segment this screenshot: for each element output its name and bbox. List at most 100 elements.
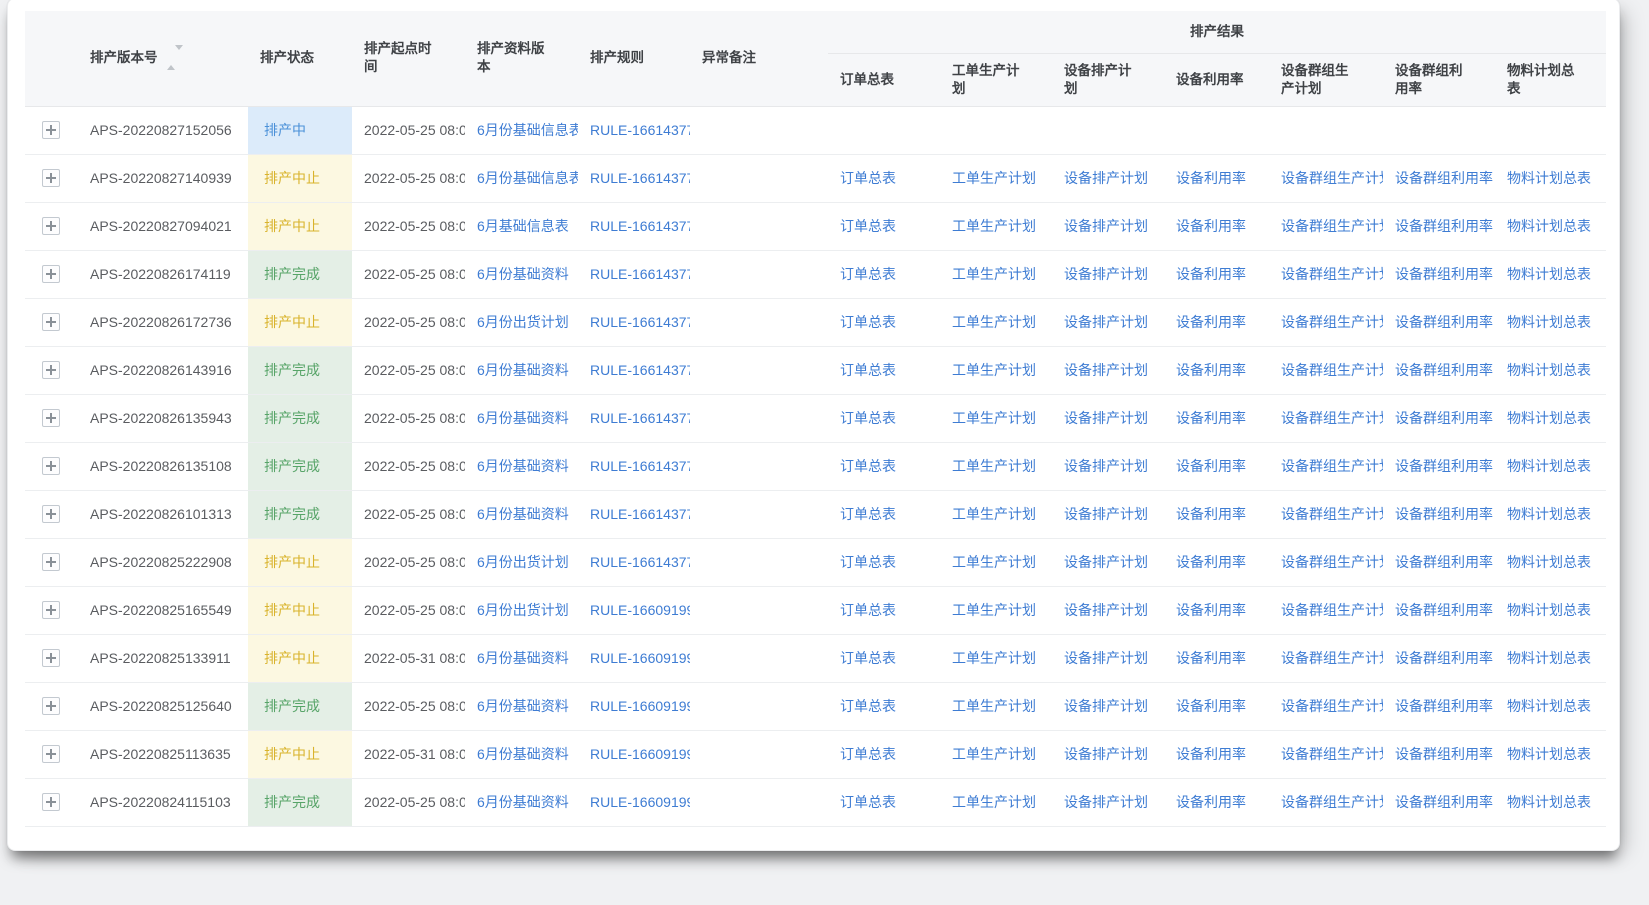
data-version-link[interactable]: 6月份出货计划 xyxy=(477,314,569,330)
result-link[interactable]: 设备利用率 xyxy=(1176,218,1246,234)
result-link[interactable]: 设备排产计划 xyxy=(1064,218,1148,234)
result-link[interactable]: 设备群组生产计划 xyxy=(1281,794,1383,810)
data-version-link[interactable]: 6月份基础资料 xyxy=(477,266,569,282)
result-link[interactable]: 设备群组生产计划 xyxy=(1281,506,1383,522)
result-link[interactable]: 设备群组利用率 xyxy=(1395,746,1493,762)
result-link[interactable]: 设备群组利用率 xyxy=(1395,218,1493,234)
expand-row-button[interactable] xyxy=(42,169,60,187)
result-link[interactable]: 设备群组生产计划 xyxy=(1281,410,1383,426)
result-link[interactable]: 设备利用率 xyxy=(1176,794,1246,810)
result-link[interactable]: 设备利用率 xyxy=(1176,602,1246,618)
result-link[interactable]: 工单生产计划 xyxy=(952,410,1036,426)
column-header-version[interactable]: 排产版本号 xyxy=(78,11,248,106)
result-link[interactable]: 设备利用率 xyxy=(1176,314,1246,330)
result-link[interactable]: 设备群组生产计划 xyxy=(1281,602,1383,618)
data-version-link[interactable]: 6月份基础资料 xyxy=(477,506,569,522)
result-link[interactable]: 订单总表 xyxy=(840,794,896,810)
result-link[interactable]: 设备排产计划 xyxy=(1064,266,1148,282)
result-link[interactable]: 设备群组利用率 xyxy=(1395,506,1493,522)
rule-link[interactable]: RULE-166091998 xyxy=(590,602,690,618)
result-link[interactable]: 物料计划总表 xyxy=(1507,698,1591,714)
expand-row-button[interactable] xyxy=(42,505,60,523)
result-link[interactable]: 工单生产计划 xyxy=(952,362,1036,378)
result-link[interactable]: 工单生产计划 xyxy=(952,602,1036,618)
result-link[interactable]: 设备排产计划 xyxy=(1064,170,1148,186)
rule-link[interactable]: RULE-166091998 xyxy=(590,746,690,762)
result-link[interactable]: 设备利用率 xyxy=(1176,746,1246,762)
result-link[interactable]: 物料计划总表 xyxy=(1507,218,1591,234)
result-link[interactable]: 设备群组利用率 xyxy=(1395,602,1493,618)
expand-row-button[interactable] xyxy=(42,217,60,235)
result-link[interactable]: 订单总表 xyxy=(840,554,896,570)
result-link[interactable]: 设备群组利用率 xyxy=(1395,698,1493,714)
result-link[interactable]: 订单总表 xyxy=(840,362,896,378)
result-link[interactable]: 订单总表 xyxy=(840,410,896,426)
result-link[interactable]: 设备群组利用率 xyxy=(1395,170,1493,186)
data-version-link[interactable]: 6月份基础资料 xyxy=(477,362,569,378)
sort-icon[interactable] xyxy=(167,49,183,67)
result-link[interactable]: 设备利用率 xyxy=(1176,458,1246,474)
expand-row-button[interactable] xyxy=(42,265,60,283)
result-link[interactable]: 订单总表 xyxy=(840,266,896,282)
data-version-link[interactable]: 6月份出货计划 xyxy=(477,554,569,570)
data-version-link[interactable]: 6月份基础信息表 xyxy=(477,170,578,186)
rule-link[interactable]: RULE-166143777 xyxy=(590,122,690,138)
result-link[interactable]: 设备排产计划 xyxy=(1064,458,1148,474)
result-link[interactable]: 设备群组利用率 xyxy=(1395,410,1493,426)
result-link[interactable]: 订单总表 xyxy=(840,458,896,474)
result-link[interactable]: 工单生产计划 xyxy=(952,314,1036,330)
result-link[interactable]: 工单生产计划 xyxy=(952,266,1036,282)
result-link[interactable]: 设备利用率 xyxy=(1176,554,1246,570)
rule-link[interactable]: RULE-166143777 xyxy=(590,554,690,570)
result-link[interactable]: 物料计划总表 xyxy=(1507,170,1591,186)
result-link[interactable]: 设备群组生产计划 xyxy=(1281,458,1383,474)
result-link[interactable]: 物料计划总表 xyxy=(1507,506,1591,522)
result-link[interactable]: 设备群组利用率 xyxy=(1395,554,1493,570)
result-link[interactable]: 设备群组生产计划 xyxy=(1281,554,1383,570)
result-link[interactable]: 工单生产计划 xyxy=(952,458,1036,474)
expand-row-button[interactable] xyxy=(42,457,60,475)
result-link[interactable]: 订单总表 xyxy=(840,314,896,330)
rule-link[interactable]: RULE-166143777 xyxy=(590,266,690,282)
result-link[interactable]: 订单总表 xyxy=(840,170,896,186)
expand-row-button[interactable] xyxy=(42,601,60,619)
result-link[interactable]: 设备排产计划 xyxy=(1064,506,1148,522)
result-link[interactable]: 设备排产计划 xyxy=(1064,554,1148,570)
data-version-link[interactable]: 6月份基础资料 xyxy=(477,410,569,426)
expand-row-button[interactable] xyxy=(42,745,60,763)
result-link[interactable]: 设备排产计划 xyxy=(1064,698,1148,714)
rule-link[interactable]: RULE-166143777 xyxy=(590,218,690,234)
result-link[interactable]: 设备利用率 xyxy=(1176,362,1246,378)
result-link[interactable]: 设备排产计划 xyxy=(1064,602,1148,618)
result-link[interactable]: 设备排产计划 xyxy=(1064,314,1148,330)
expand-row-button[interactable] xyxy=(42,649,60,667)
result-link[interactable]: 物料计划总表 xyxy=(1507,554,1591,570)
rule-link[interactable]: RULE-166143777 xyxy=(590,458,690,474)
result-link[interactable]: 设备利用率 xyxy=(1176,698,1246,714)
result-link[interactable]: 设备排产计划 xyxy=(1064,410,1148,426)
result-link[interactable]: 设备排产计划 xyxy=(1064,362,1148,378)
data-version-link[interactable]: 6月份基础信息表 xyxy=(477,122,578,138)
result-link[interactable]: 工单生产计划 xyxy=(952,650,1036,666)
result-link[interactable]: 设备群组生产计划 xyxy=(1281,314,1383,330)
expand-row-button[interactable] xyxy=(42,409,60,427)
result-link[interactable]: 设备利用率 xyxy=(1176,170,1246,186)
result-link[interactable]: 工单生产计划 xyxy=(952,170,1036,186)
rule-link[interactable]: RULE-166143777 xyxy=(590,410,690,426)
data-version-link[interactable]: 6月份基础资料 xyxy=(477,746,569,762)
result-link[interactable]: 设备群组利用率 xyxy=(1395,650,1493,666)
data-version-link[interactable]: 6月份基础资料 xyxy=(477,794,569,810)
result-link[interactable]: 物料计划总表 xyxy=(1507,794,1591,810)
data-version-link[interactable]: 6月份基础资料 xyxy=(477,458,569,474)
result-link[interactable]: 订单总表 xyxy=(840,602,896,618)
result-link[interactable]: 设备群组利用率 xyxy=(1395,362,1493,378)
result-link[interactable]: 订单总表 xyxy=(840,506,896,522)
data-version-link[interactable]: 6月份基础资料 xyxy=(477,698,569,714)
data-version-link[interactable]: 6月份出货计划 xyxy=(477,602,569,618)
result-link[interactable]: 工单生产计划 xyxy=(952,554,1036,570)
data-version-link[interactable]: 6月份基础资料 xyxy=(477,650,569,666)
result-link[interactable]: 设备利用率 xyxy=(1176,410,1246,426)
rule-link[interactable]: RULE-166143777 xyxy=(590,362,690,378)
result-link[interactable]: 设备利用率 xyxy=(1176,506,1246,522)
result-link[interactable]: 物料计划总表 xyxy=(1507,746,1591,762)
